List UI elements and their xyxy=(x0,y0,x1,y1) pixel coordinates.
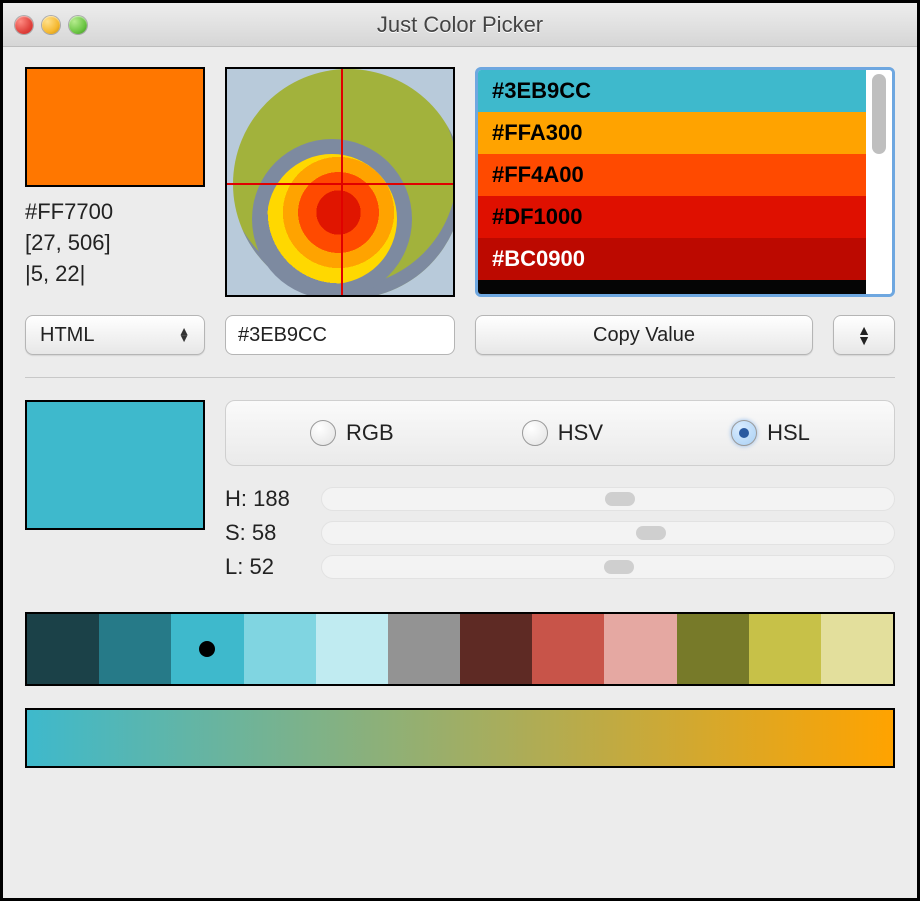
palette-swatch[interactable] xyxy=(677,614,749,684)
copy-value-label: Copy Value xyxy=(593,324,695,347)
radio-icon xyxy=(522,420,548,446)
s-slider-label: S: 58 xyxy=(225,520,305,546)
mode-radio-hsl[interactable]: HSL xyxy=(731,420,810,446)
palette-strip xyxy=(25,612,895,686)
history-stepper[interactable]: ▲▼ xyxy=(833,315,895,355)
palette-swatch[interactable] xyxy=(27,614,99,684)
window-controls xyxy=(15,16,87,34)
format-select-value: HTML xyxy=(40,324,94,347)
minimize-icon[interactable] xyxy=(42,16,60,34)
h-slider-thumb[interactable] xyxy=(605,492,635,506)
format-select[interactable]: HTML ▲▼ xyxy=(25,315,205,355)
mode-radio-rgb[interactable]: RGB xyxy=(310,420,394,446)
color-history-list[interactable]: #3EB9CC#FFA300#FF4A00#DF1000#BC0900 xyxy=(475,67,895,297)
l-slider-label: L: 52 xyxy=(225,554,305,580)
radio-icon xyxy=(310,420,336,446)
palette-swatch[interactable] xyxy=(821,614,893,684)
zoom-icon[interactable] xyxy=(69,16,87,34)
l-slider-thumb[interactable] xyxy=(604,560,634,574)
scrollbar[interactable] xyxy=(866,70,892,294)
current-color-meta: #FF7700 [27, 506] |5, 22| xyxy=(25,197,205,289)
palette-swatch[interactable] xyxy=(604,614,676,684)
color-history-item[interactable]: #FFA300 xyxy=(478,112,866,154)
mode-radio-label: HSV xyxy=(558,420,603,446)
palette-swatch[interactable] xyxy=(532,614,604,684)
current-color-swatch xyxy=(25,67,205,187)
cursor-delta-label: |5, 22| xyxy=(25,259,205,290)
color-history-item[interactable] xyxy=(478,280,866,294)
color-mode-group: RGB HSV HSL xyxy=(225,400,895,466)
titlebar: Just Color Picker xyxy=(3,3,917,47)
cursor-coords-label: [27, 506] xyxy=(25,228,205,259)
radio-icon xyxy=(731,420,757,446)
palette-swatch[interactable] xyxy=(460,614,532,684)
palette-swatch[interactable] xyxy=(99,614,171,684)
mode-radio-label: HSL xyxy=(767,420,810,446)
window-title: Just Color Picker xyxy=(3,12,917,38)
scrollbar-thumb[interactable] xyxy=(872,74,886,154)
color-history-item[interactable]: #DF1000 xyxy=(478,196,866,238)
s-slider[interactable] xyxy=(321,521,895,545)
magnifier-preview xyxy=(225,67,455,297)
color-history-item[interactable]: #BC0900 xyxy=(478,238,866,280)
gradient-bar xyxy=(25,708,895,768)
chevron-updown-icon: ▲▼ xyxy=(178,328,190,342)
chevron-updown-icon: ▲▼ xyxy=(857,325,871,345)
l-slider[interactable] xyxy=(321,555,895,579)
s-slider-thumb[interactable] xyxy=(636,526,666,540)
mode-radio-label: RGB xyxy=(346,420,394,446)
palette-swatch[interactable] xyxy=(171,614,243,684)
h-slider-label: H: 188 xyxy=(225,486,305,512)
palette-swatch[interactable] xyxy=(244,614,316,684)
adjust-color-swatch xyxy=(25,400,205,530)
close-icon[interactable] xyxy=(15,16,33,34)
current-hex-label: #FF7700 xyxy=(25,197,205,228)
divider xyxy=(25,377,895,378)
color-history-item[interactable]: #3EB9CC xyxy=(478,70,866,112)
active-indicator-icon xyxy=(199,641,215,657)
color-value-input[interactable] xyxy=(225,315,455,355)
palette-swatch[interactable] xyxy=(749,614,821,684)
palette-swatch[interactable] xyxy=(316,614,388,684)
mode-radio-hsv[interactable]: HSV xyxy=(522,420,603,446)
color-history-item[interactable]: #FF4A00 xyxy=(478,154,866,196)
h-slider[interactable] xyxy=(321,487,895,511)
palette-swatch[interactable] xyxy=(388,614,460,684)
copy-value-button[interactable]: Copy Value xyxy=(475,315,813,355)
crosshair-icon xyxy=(341,69,343,295)
crosshair-icon xyxy=(227,183,453,185)
